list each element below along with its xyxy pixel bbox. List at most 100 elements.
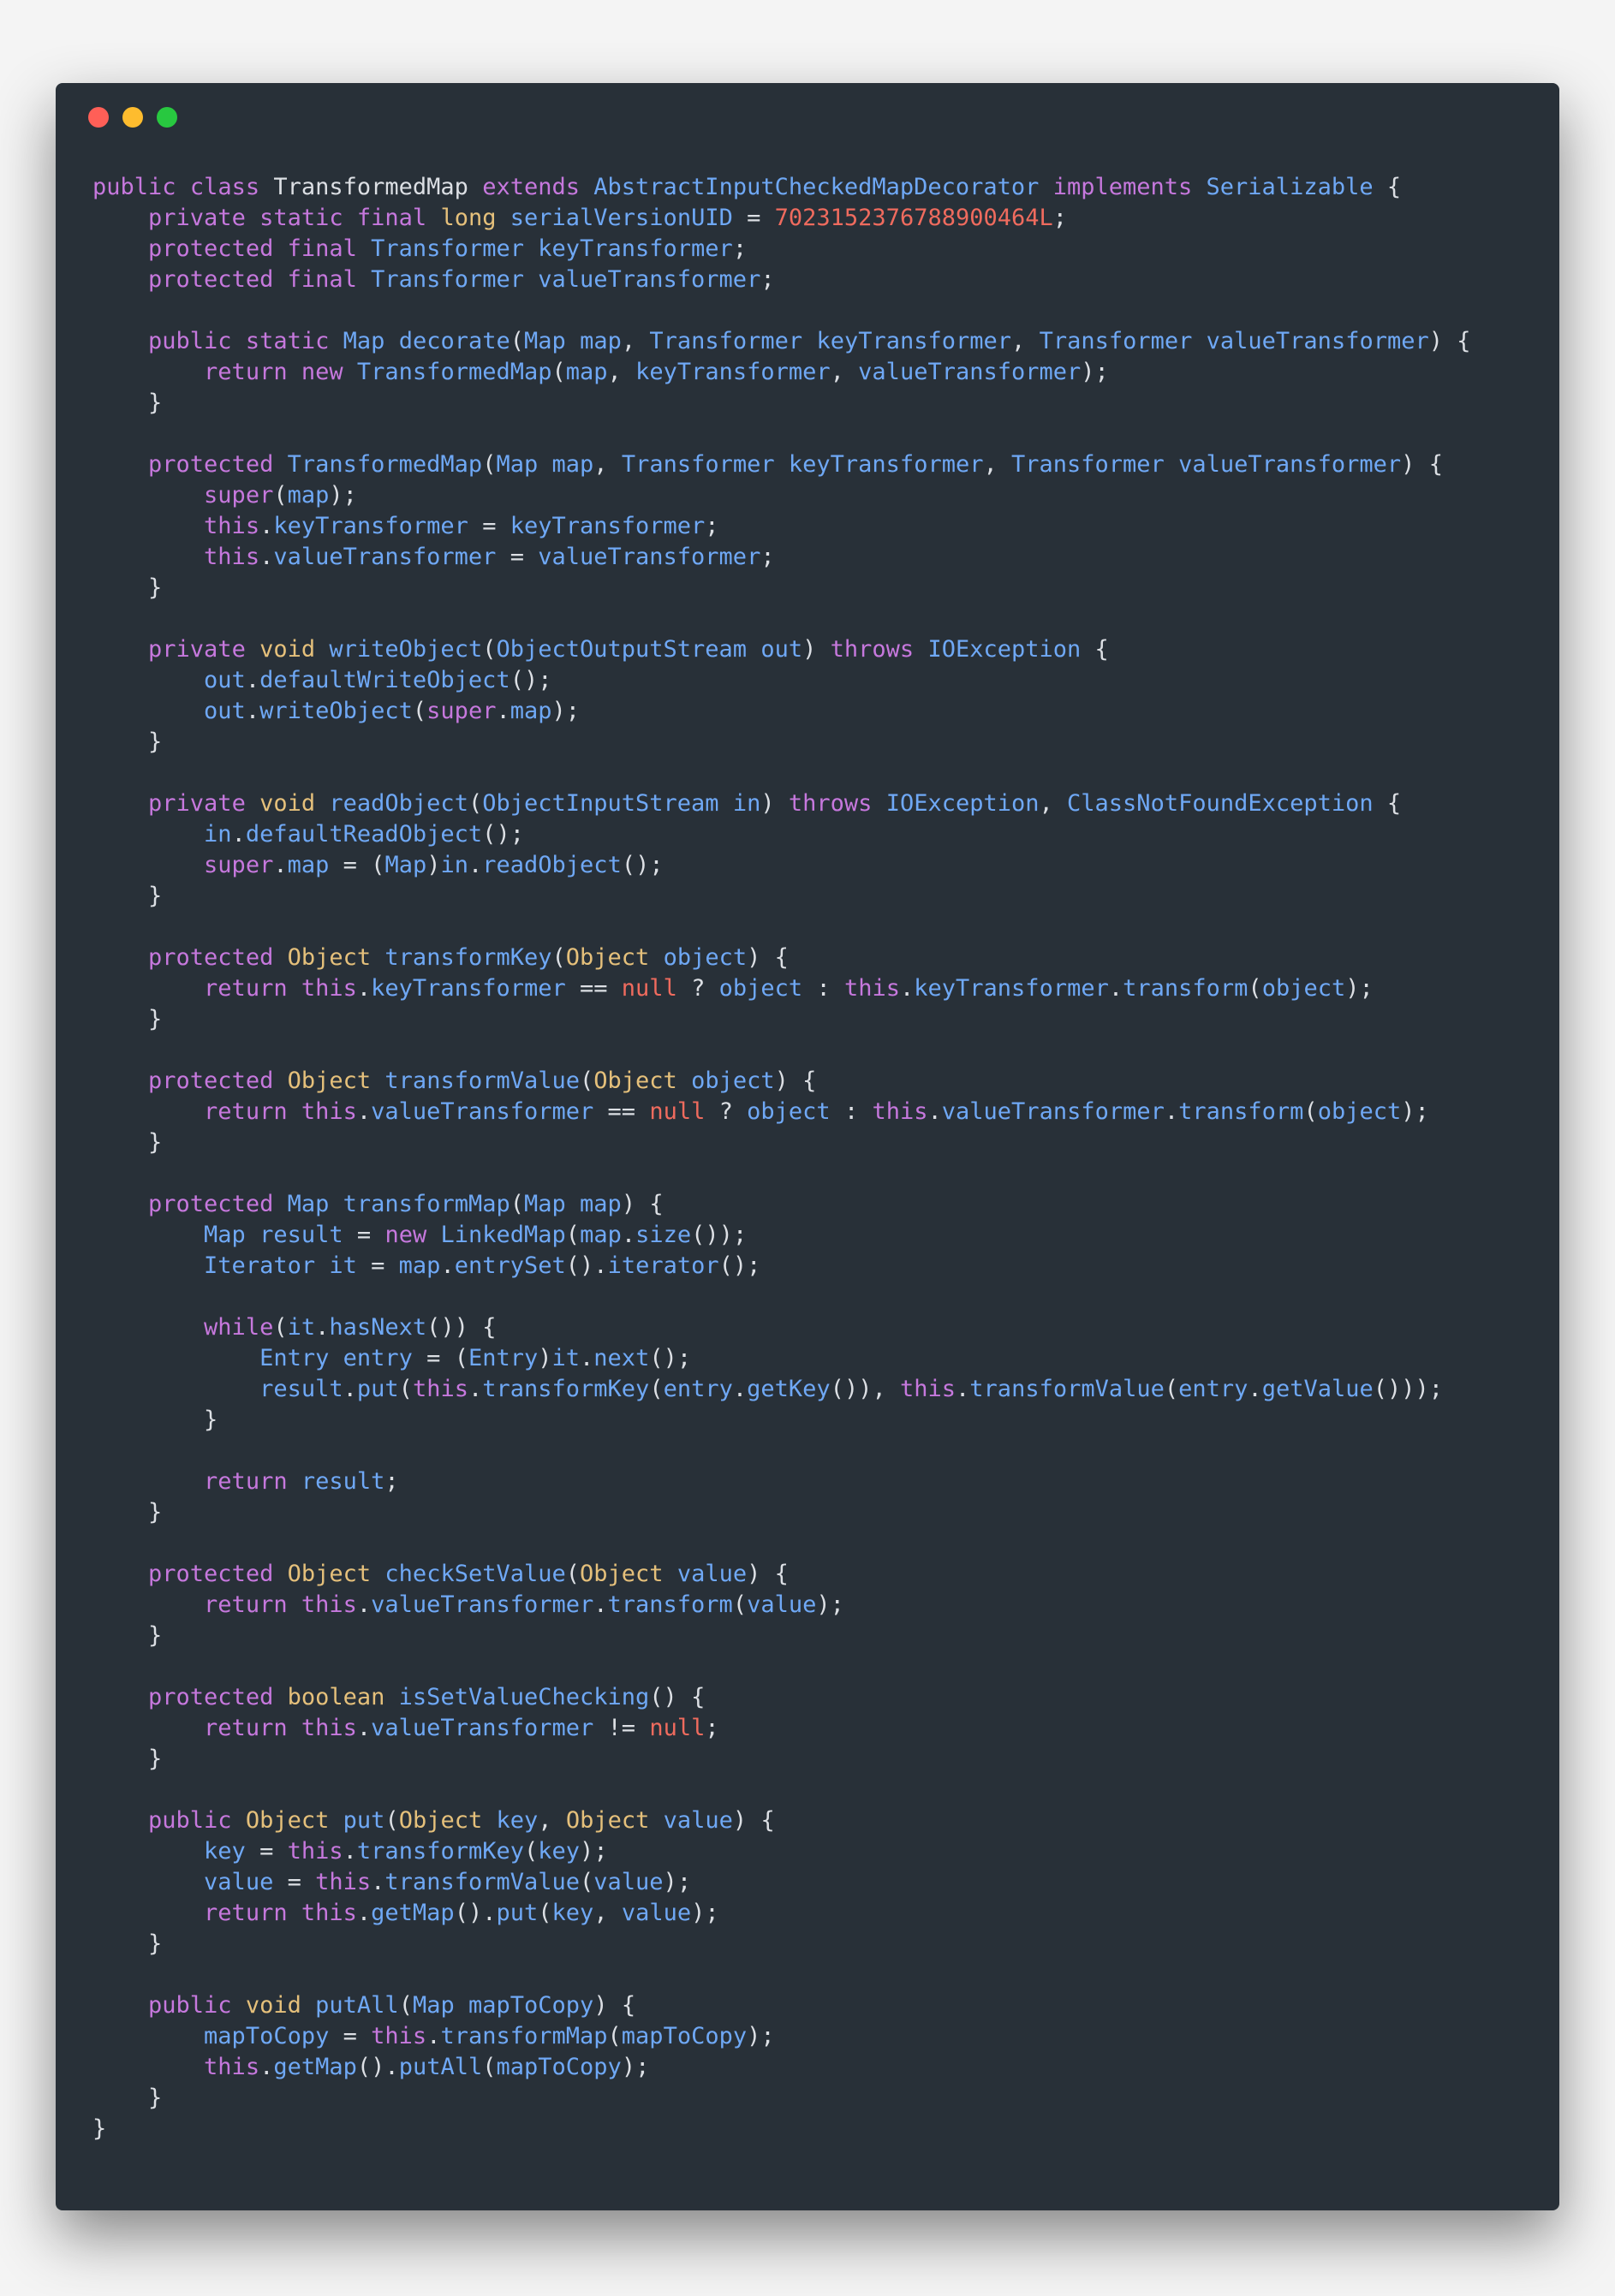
code-token: ( <box>482 636 497 663</box>
code-token: this <box>301 1591 357 1618</box>
code-line: this.keyTransformer = keyTransformer; <box>92 511 1471 542</box>
code-token: keyTransformer <box>538 235 733 262</box>
code-token: . <box>315 1314 330 1341</box>
code-token: ; <box>676 1345 692 1371</box>
code-token: = <box>371 1252 385 1279</box>
code-token: ( <box>482 451 497 478</box>
code-token: this <box>301 1900 357 1926</box>
code-token: keyTransformer <box>510 513 706 539</box>
close-button[interactable] <box>88 107 109 128</box>
code-token: ) <box>802 636 817 663</box>
code-token: Map <box>343 328 385 354</box>
code-line: } <box>92 2114 1471 2144</box>
code-line: super.map = (Map)in.readObject(); <box>92 850 1471 881</box>
code-token: result <box>259 1376 343 1402</box>
code-token: map <box>510 698 552 724</box>
code-line: result.put(this.transformKey(entry.getKe… <box>92 1374 1471 1405</box>
code-token: while <box>204 1314 274 1341</box>
code-token: map <box>287 482 330 509</box>
code-token: , <box>621 328 636 354</box>
code-token: . <box>593 1252 608 1279</box>
code-token: getMap <box>273 2054 357 2080</box>
code-token: it <box>329 1252 357 1279</box>
code-token: , <box>830 359 844 385</box>
maximize-button[interactable] <box>157 107 177 128</box>
code-line: } <box>92 1744 1471 1775</box>
code-token: return <box>204 1715 288 1741</box>
code-token: = <box>356 1222 372 1248</box>
code-token: class <box>189 174 260 200</box>
code-token: ( <box>482 2054 497 2080</box>
code-token: ( <box>1373 1376 1387 1402</box>
code-token: super <box>204 852 274 878</box>
code-token: ; <box>649 852 664 878</box>
code-token: private <box>148 636 246 663</box>
code-token: = <box>593 975 608 1002</box>
code-line: } <box>92 881 1471 912</box>
code-token: ) <box>468 1900 483 1926</box>
code-token: ) <box>454 1314 468 1341</box>
minimize-button[interactable] <box>122 107 143 128</box>
code-token: transformValue <box>384 1068 580 1094</box>
code-token: public <box>92 174 176 200</box>
code-line: protected final Transformer valueTransfo… <box>92 265 1471 295</box>
code-token: : <box>843 1098 859 1125</box>
code-token: { <box>1094 636 1109 663</box>
code-line: public class TransformedMap extends Abst… <box>92 172 1471 203</box>
code-token: result <box>301 1468 385 1495</box>
code-token: implements <box>1052 174 1193 200</box>
code-token: object <box>691 1068 775 1094</box>
code-token: getMap <box>371 1900 455 1926</box>
code-token: TransformedMap <box>356 359 552 385</box>
code-token: ) <box>1345 975 1360 1002</box>
code-token: ) <box>593 1992 608 2019</box>
code-token: ; <box>635 2054 650 2080</box>
code-token: valueTransformer <box>858 359 1082 385</box>
code-token: value <box>663 1807 733 1834</box>
code-token: ; <box>1428 1376 1444 1402</box>
code-token: key <box>496 1807 539 1834</box>
code-token: } <box>204 1407 218 1433</box>
code-token: . <box>343 1376 357 1402</box>
code-token: protected <box>148 451 274 478</box>
code-token: object <box>718 975 803 1002</box>
code-token: ( <box>384 1807 399 1834</box>
code-token: = <box>343 2023 357 2049</box>
code-token: { <box>649 1191 664 1217</box>
code-line: private void writeObject(ObjectOutputStr… <box>92 634 1471 665</box>
code-token: transformMap <box>343 1191 510 1217</box>
code-token: ClassNotFoundException <box>1067 790 1374 817</box>
